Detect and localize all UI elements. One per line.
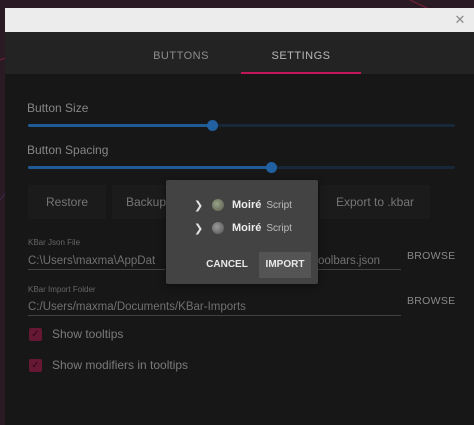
import-item-type: Script (266, 199, 292, 211)
import-item-1[interactable]: ❯ Moiré Script (194, 197, 292, 213)
chevron-right-icon[interactable]: ❯ (194, 222, 204, 235)
tab-settings[interactable]: SETTINGS (241, 32, 361, 74)
moire-script-icon (212, 222, 224, 234)
import-item-type: Script (266, 222, 292, 234)
cancel-button[interactable]: CANCEL (202, 252, 252, 278)
tab-bar: BUTTONS SETTINGS (5, 32, 474, 74)
import-item-name: Moiré (232, 199, 262, 211)
moire-script-icon (212, 199, 224, 211)
close-icon[interactable]: ✕ (452, 12, 468, 28)
import-item-2[interactable]: ❯ Moiré Script (194, 220, 292, 236)
import-button[interactable]: IMPORT (259, 252, 311, 278)
tab-buttons[interactable]: BUTTONS (131, 32, 231, 74)
title-bar: ✕ (5, 8, 474, 32)
import-item-name: Moiré (232, 222, 262, 234)
import-dialog: ❯ Moiré Script ❯ Moiré Script CANCEL IMP… (166, 180, 318, 284)
chevron-right-icon[interactable]: ❯ (194, 199, 204, 212)
